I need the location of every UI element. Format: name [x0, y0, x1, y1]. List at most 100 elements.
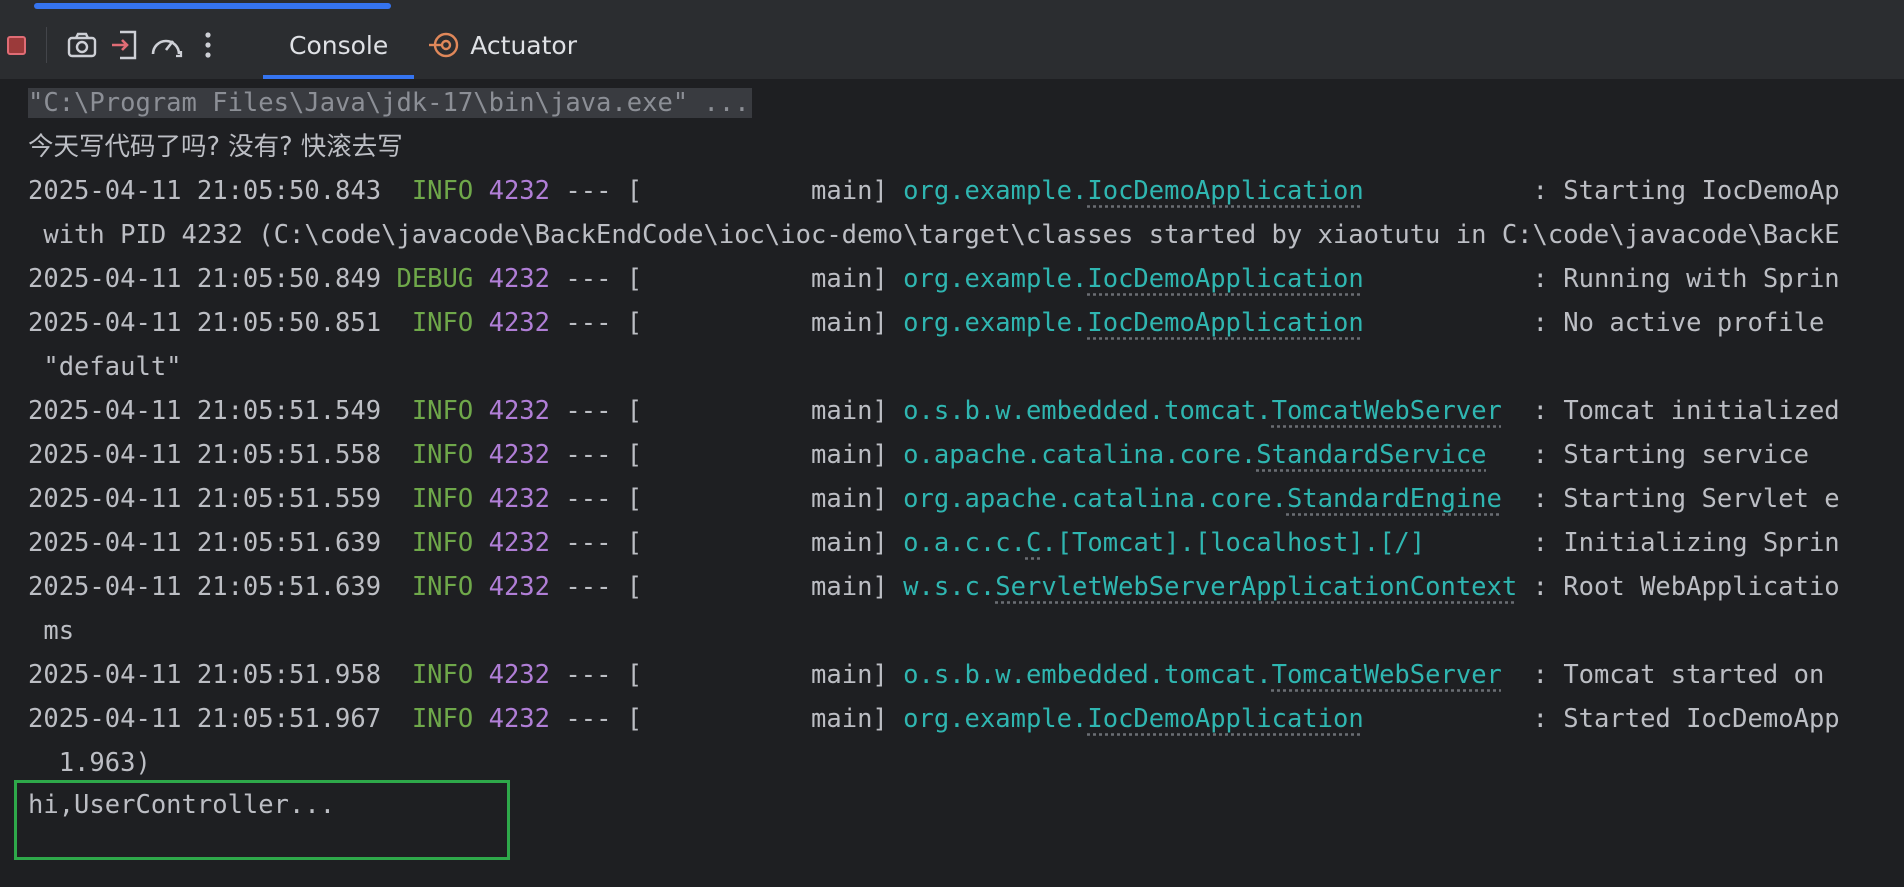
log-timestamp: 2025-04-11 21:05:51.639 [28, 528, 382, 558]
log-separator: --- [ [550, 308, 643, 338]
log-logger-class[interactable]: TomcatWebServer [1272, 660, 1502, 690]
log-pid: 4232 [488, 528, 551, 558]
log-padding [1364, 704, 1518, 734]
log-message: : Starting service [1517, 440, 1809, 470]
camera-icon[interactable] [61, 24, 103, 66]
log-separator: --- [ [550, 528, 643, 558]
log-logger-class[interactable]: C [1026, 528, 1041, 558]
log-logger-class[interactable]: StandardEngine [1287, 484, 1502, 514]
log-timestamp: 2025-04-11 21:05:51.558 [28, 440, 382, 470]
log-line: 2025-04-11 21:05:50.851 INFO 4232 --- [ … [28, 301, 1824, 345]
log-message: : Tomcat started on [1517, 660, 1825, 690]
highlight-box [14, 780, 510, 860]
console-output[interactable]: "C:\Program Files\Java\jdk-17\bin\java.e… [0, 79, 1904, 887]
log-logger-class[interactable]: TomcatWebServer [1272, 396, 1502, 426]
log-logger-package: o.s.b.w.embedded.tomcat. [903, 396, 1272, 426]
log-timestamp: 2025-04-11 21:05:51.967 [28, 704, 382, 734]
progress-bar [34, 3, 391, 9]
log-timestamp: 2025-04-11 21:05:50.849 [28, 264, 382, 294]
log-pid: 4232 [488, 572, 551, 602]
log-logger-package: org.example. [903, 264, 1088, 294]
actuator-icon [428, 31, 460, 59]
log-message: : Root WebApplicatio [1517, 572, 1840, 602]
log-thread: main] [642, 704, 904, 734]
log-separator: --- [ [550, 396, 643, 426]
log-continuation: ms [28, 616, 75, 646]
log-logger-package: o.a.c.c. [903, 528, 1026, 558]
log-padding [1502, 660, 1517, 690]
log-pid: 4232 [488, 660, 551, 690]
log-message: : Starting Servlet e [1517, 484, 1840, 514]
log-padding [1502, 396, 1517, 426]
log-pid: 4232 [488, 440, 551, 470]
log-line: 2025-04-11 21:05:51.559 INFO 4232 --- [ … [28, 477, 1840, 521]
log-message: : Tomcat initialized [1517, 396, 1840, 426]
log-level: INFO [396, 396, 474, 426]
log-thread: main] [642, 264, 904, 294]
log-logger-package: org.example. [903, 176, 1088, 206]
log-logger-class[interactable]: IocDemoApplication [1087, 264, 1363, 294]
stop-icon[interactable] [0, 24, 26, 66]
log-separator: --- [ [550, 660, 643, 690]
log-timestamp: 2025-04-11 21:05:51.639 [28, 572, 382, 602]
log-continuation: "default" [28, 352, 182, 382]
tab-console[interactable]: Console [263, 11, 415, 79]
log-pid: 4232 [488, 176, 551, 206]
log-logger-class[interactable]: IocDemoApplication [1087, 704, 1363, 734]
log-separator: --- [ [550, 440, 643, 470]
tab-console-label: Console [289, 30, 389, 60]
command-line: "C:\Program Files\Java\jdk-17\bin\java.e… [28, 81, 752, 125]
banner-line: 今天写代码了吗? 没有? 快滚去写 [28, 132, 403, 162]
log-padding [1364, 308, 1518, 338]
log-line: 2025-04-11 21:05:51.639 INFO 4232 --- [ … [28, 565, 1840, 609]
log-logger-suffix: .[Tomcat].[localhost].[/] [1041, 528, 1426, 558]
log-timestamp: 2025-04-11 21:05:50.843 [28, 176, 382, 206]
log-logger-package: o.apache.catalina.core. [903, 440, 1257, 470]
log-separator: --- [ [550, 264, 643, 294]
log-separator: --- [ [550, 484, 643, 514]
speedometer-icon[interactable] [145, 24, 187, 66]
log-thread: main] [642, 308, 904, 338]
log-message: : Started IocDemoApp [1517, 704, 1840, 734]
more-vert-icon[interactable] [187, 24, 229, 66]
log-line: 2025-04-11 21:05:51.558 INFO 4232 --- [ … [28, 433, 1809, 477]
log-timestamp: 2025-04-11 21:05:51.559 [28, 484, 382, 514]
log-message: : Starting IocDemoAp [1517, 176, 1840, 206]
log-logger-class[interactable]: StandardService [1256, 440, 1486, 470]
top-strip [0, 0, 1904, 11]
tab-actuator[interactable]: Actuator [414, 11, 603, 79]
log-level: INFO [396, 440, 474, 470]
log-thread: main] [642, 440, 904, 470]
log-level: INFO [396, 704, 474, 734]
log-thread: main] [642, 528, 904, 558]
log-continuation: 1.963) [28, 748, 151, 778]
log-line: 2025-04-11 21:05:50.843 INFO 4232 --- [ … [28, 169, 1840, 213]
log-logger-class[interactable]: ServletWebServerApplicationContext [995, 572, 1517, 602]
log-line: 2025-04-11 21:05:51.967 INFO 4232 --- [ … [28, 697, 1840, 741]
run-toolbar: Console Actuator [0, 11, 1904, 79]
log-padding [1502, 484, 1517, 514]
log-thread: main] [642, 176, 904, 206]
log-thread: main] [642, 660, 904, 690]
log-level: INFO [396, 176, 474, 206]
log-logger-package: org.apache.catalina.core. [903, 484, 1287, 514]
log-logger-class[interactable]: IocDemoApplication [1087, 176, 1363, 206]
log-level: INFO [396, 528, 474, 558]
log-line: 2025-04-11 21:05:51.549 INFO 4232 --- [ … [28, 389, 1840, 433]
log-level: INFO [396, 660, 474, 690]
log-logger-package: o.s.b.w.embedded.tomcat. [903, 660, 1272, 690]
log-padding [1364, 264, 1518, 294]
log-message: : No active profile [1517, 308, 1825, 338]
log-line: 2025-04-11 21:05:51.958 INFO 4232 --- [ … [28, 653, 1824, 697]
log-padding [1487, 440, 1518, 470]
log-pid: 4232 [488, 396, 551, 426]
log-timestamp: 2025-04-11 21:05:51.549 [28, 396, 382, 426]
java-command[interactable]: "C:\Program Files\Java\jdk-17\bin\java.e… [28, 88, 752, 118]
log-timestamp: 2025-04-11 21:05:50.851 [28, 308, 382, 338]
log-message: : Running with Sprin [1517, 264, 1840, 294]
log-logger-package: org.example. [903, 308, 1088, 338]
exit-icon[interactable] [103, 24, 145, 66]
log-padding [1364, 176, 1518, 206]
log-level: DEBUG [396, 264, 474, 294]
log-logger-class[interactable]: IocDemoApplication [1087, 308, 1363, 338]
